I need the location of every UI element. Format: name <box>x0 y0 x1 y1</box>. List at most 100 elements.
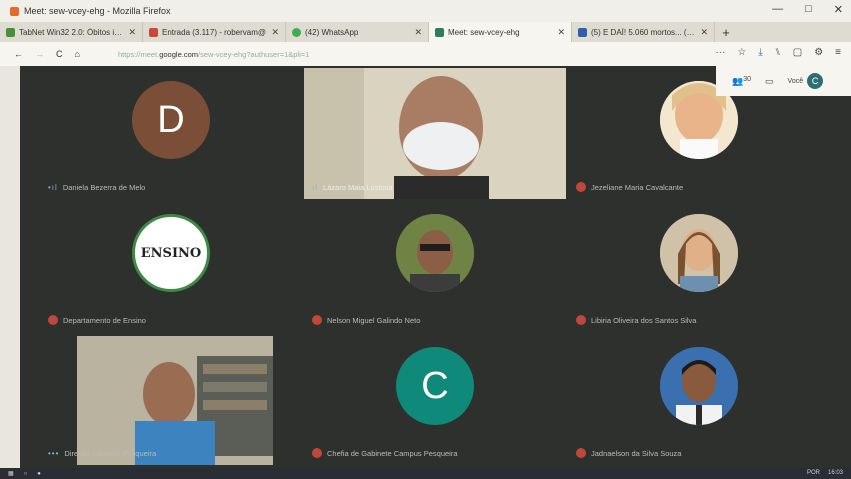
sidebar-icon[interactable]: ▢ <box>793 47 802 58</box>
participant-name-row: Libiria Oliveira dos Santos Silva <box>576 315 696 325</box>
participant-name: Jezeliane Maria Cavalcante <box>591 182 684 192</box>
meeting-grid: D •ıl Daniela Bezerra de Melo ıl Lázaro Ma… <box>20 66 851 468</box>
muted-mic-icon <box>48 315 58 325</box>
avatar-initial: C <box>421 364 449 407</box>
new-tab-button[interactable]: + <box>715 22 737 42</box>
tab-news[interactable]: (5) E DAÍ! 5.060 mortos... (PED ✕ <box>572 22 715 42</box>
participant-tile[interactable]: ENSINO Departamento de Ensino <box>40 201 302 332</box>
tab-strip: TabNet Win32 2.0: Óbitos infa ✕ Entrada … <box>0 22 851 42</box>
forward-button[interactable]: → <box>35 49 44 59</box>
participant-name: Jadnaelson da Silva Souza <box>591 448 682 458</box>
close-tab-icon[interactable]: ✕ <box>700 27 708 38</box>
participant-name-row: Departamento de Ensino <box>48 315 146 325</box>
participant-tile-video[interactable]: ••• Direção Campus Pesqueira <box>40 334 302 465</box>
close-tab-icon[interactable]: ✕ <box>414 27 422 38</box>
participant-name-row: Chefia de Gabinete Campus Pesqueira <box>312 448 458 458</box>
muted-mic-icon <box>312 315 322 325</box>
people-button[interactable]: 👥30 <box>732 76 751 87</box>
library-icon[interactable]: ⑊ <box>775 47 781 58</box>
avatar-photo-image <box>660 214 738 292</box>
participant-name: Nelson Miguel Galindo Neto <box>327 315 421 325</box>
page-actions-button[interactable]: ··· <box>715 47 725 58</box>
firefox-taskbar-icon[interactable]: ● <box>37 471 41 477</box>
home-button[interactable]: ⌂ <box>75 49 80 59</box>
back-button[interactable]: ← <box>14 49 23 59</box>
avatar-logo: ENSINO <box>132 214 210 292</box>
download-icon[interactable]: ⤓ <box>758 47 762 58</box>
participant-name-row: Nelson Miguel Galindo Neto <box>312 315 420 325</box>
video-frame <box>77 336 273 465</box>
navigation-bar: ← → C ⌂ https://meet.google.com/sew-vcey… <box>0 42 851 66</box>
firefox-icon <box>10 6 19 16</box>
avatar: D <box>132 81 210 159</box>
tab-meet[interactable]: Meet: sew-vcey-ehg ✕ <box>429 22 572 42</box>
people-count: 30 <box>743 75 752 83</box>
url-prefix: https://meet. <box>117 49 160 59</box>
maximize-button[interactable]: □ <box>805 3 812 16</box>
self-avatar: C <box>807 73 824 89</box>
search-icon[interactable]: ○ <box>24 471 28 477</box>
participant-name: Daniela Bezerra de Melo <box>62 183 146 192</box>
participant-name-row: Jadnaelson da Silva Souza <box>576 448 681 458</box>
participant-name-row: Jezeliane Maria Cavalcante <box>576 182 683 192</box>
tab-label: Entrada (3.117) - robervam@ <box>162 27 267 37</box>
participant-tile-video[interactable]: ıl Lázaro Maia Lustosa <box>304 68 566 199</box>
start-icon[interactable]: ▦ <box>8 470 14 477</box>
participant-name-row: ıl Lázaro Maia Lustosa <box>312 183 393 192</box>
url-path: /sew-vcey-ehg?authuser=1&pli=1 <box>198 49 310 59</box>
avatar-photo-image <box>396 214 474 292</box>
bookmark-star-icon[interactable]: ☆ <box>737 47 746 58</box>
participant-name-row: ••• Direção Campus Pesqueira <box>48 449 156 458</box>
avatar-photo <box>660 347 738 425</box>
participant-tile[interactable]: Libiria Oliveira dos Santos Silva <box>568 201 830 332</box>
news-favicon <box>578 27 587 37</box>
tab-gmail[interactable]: Entrada (3.117) - robervam@ ✕ <box>143 22 286 42</box>
participant-tile[interactable]: D •ıl Daniela Bezerra de Melo <box>40 68 302 199</box>
avatar-photo <box>396 214 474 292</box>
meet-favicon <box>435 27 444 37</box>
window-title: Meet: sew-vcey-ehg - Mozilla Firefox <box>24 6 171 16</box>
participant-name: Departamento de Ensino <box>63 315 146 325</box>
tab-whatsapp[interactable]: (42) WhatsApp ✕ <box>286 22 429 42</box>
clock[interactable]: 16:03 <box>828 470 843 476</box>
you-label: Você <box>787 77 804 85</box>
avatar: C <box>396 347 474 425</box>
avatar-photo <box>660 214 738 292</box>
close-tab-icon[interactable]: ✕ <box>271 27 279 38</box>
close-tab-icon[interactable]: ✕ <box>128 27 136 38</box>
url-domain: google.com <box>159 49 198 59</box>
tab-label: (42) WhatsApp <box>305 27 359 37</box>
windows-taskbar: ▦ ○ ● POR 16:03 <box>0 468 851 479</box>
tab-label: (5) E DAÍ! 5.060 mortos... (PED <box>591 27 697 37</box>
participant-video <box>77 336 273 465</box>
language-indicator[interactable]: POR <box>807 470 820 476</box>
close-tab-icon[interactable]: ✕ <box>557 27 565 38</box>
tab-label: Meet: sew-vcey-ehg <box>448 27 520 37</box>
speaking-indicator-icon: ••• <box>48 449 60 458</box>
participant-tile[interactable]: Nelson Miguel Galindo Neto <box>304 201 566 332</box>
participant-name-row: •ıl Daniela Bezerra de Melo <box>48 183 145 192</box>
window-titlebar: Meet: sew-vcey-ehg - Mozilla Firefox — □… <box>0 0 851 22</box>
participant-tile[interactable]: Jadnaelson da Silva Souza <box>568 334 830 465</box>
muted-mic-icon <box>576 315 586 325</box>
tab-tabnet[interactable]: TabNet Win32 2.0: Óbitos infa ✕ <box>0 22 143 42</box>
address-bar[interactable]: https://meet.google.com/sew-vcey-ehg?aut… <box>118 50 309 59</box>
minimize-button[interactable]: — <box>772 3 783 16</box>
avatar-photo-image <box>660 347 738 425</box>
participant-video <box>304 68 566 199</box>
close-window-button[interactable]: ✕ <box>834 3 843 16</box>
participant-name: Direção Campus Pesqueira <box>64 449 157 458</box>
self-view[interactable]: Você C <box>788 73 824 89</box>
logo-text: ENSINO <box>140 245 202 261</box>
muted-mic-icon <box>312 448 322 458</box>
meet-top-panel: 👥30 ▭ Você C <box>716 66 851 96</box>
chat-icon[interactable]: ▭ <box>765 76 774 87</box>
participant-tile[interactable]: C Chefia de Gabinete Campus Pesqueira <box>304 334 566 465</box>
reload-button[interactable]: C <box>56 49 63 59</box>
extension-icon[interactable]: ⚙ <box>814 47 823 58</box>
video-frame <box>304 68 566 199</box>
participant-name: Lázaro Maia Lustosa <box>323 183 393 192</box>
tab-label: TabNet Win32 2.0: Óbitos infa <box>19 27 125 37</box>
menu-icon[interactable]: ≡ <box>835 47 841 58</box>
participant-name: Libiria Oliveira dos Santos Silva <box>591 315 697 325</box>
